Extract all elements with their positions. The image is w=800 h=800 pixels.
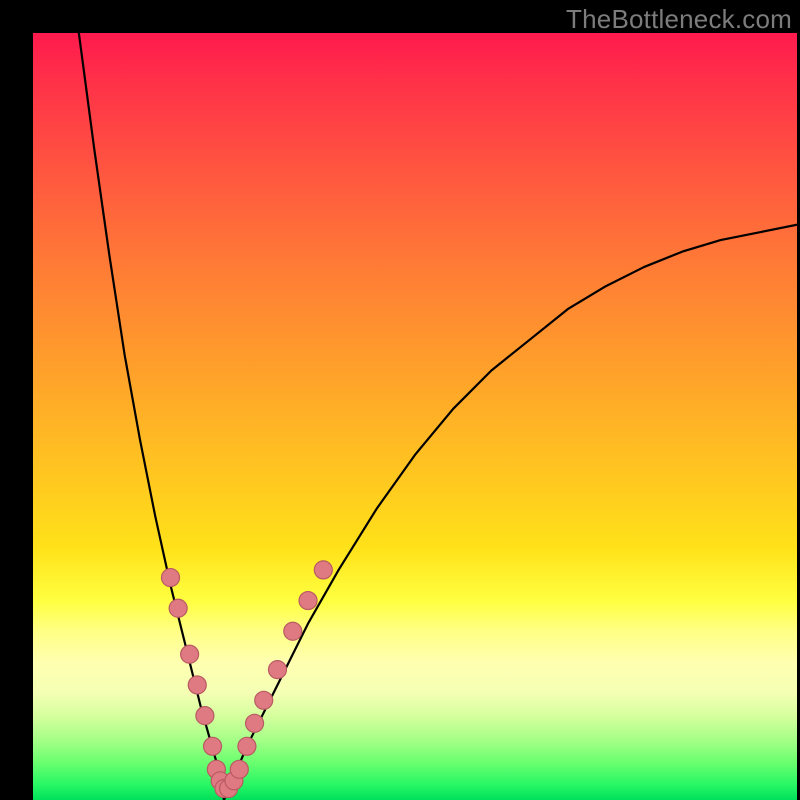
- chart-container: TheBottleneck.com: [0, 0, 800, 800]
- plot-gradient-background: [33, 33, 797, 800]
- watermark-text: TheBottleneck.com: [566, 4, 792, 35]
